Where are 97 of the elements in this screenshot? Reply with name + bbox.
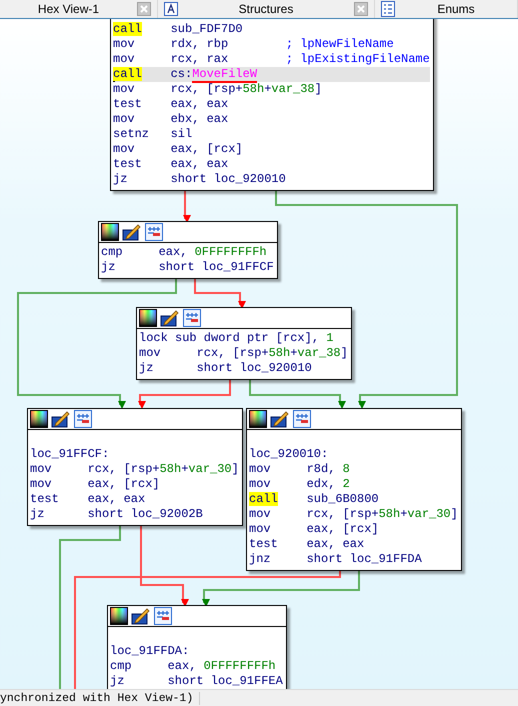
tab[interactable]: Structures bbox=[158, 0, 375, 18]
instruction-mnemonic: mov bbox=[249, 507, 271, 521]
instruction-operands: eax, eax bbox=[170, 157, 228, 171]
instruction-mnemonic: lock sub bbox=[139, 331, 197, 345]
instruction-operands: ebx, eax bbox=[170, 112, 228, 126]
instruction-mnemonic: jz bbox=[101, 260, 116, 274]
code-label: loc_91FFDA: bbox=[110, 644, 190, 659]
instruction-operands: eax, [rcx] bbox=[306, 522, 379, 536]
instruction-operands: rdx, rbp bbox=[170, 37, 228, 51]
instruction-operands: eax, eax bbox=[306, 537, 364, 551]
instruction-mnemonic: test bbox=[113, 97, 142, 111]
code-block[interactable]: cmp eax, 0FFFFFFFFh jz short loc_91FFCF bbox=[98, 221, 278, 279]
instruction-mnemonic: mov bbox=[113, 52, 135, 66]
instruction-operands: edx, 2 bbox=[306, 477, 350, 491]
color-palette-icon[interactable] bbox=[249, 410, 267, 428]
graph-icon[interactable] bbox=[183, 309, 201, 327]
instruction-mnemonic: cmp bbox=[101, 245, 123, 259]
code-comment: ; lpNewFileName bbox=[286, 37, 394, 52]
instruction-mnemonic: jz bbox=[110, 674, 124, 688]
instruction-operands: sil bbox=[170, 127, 192, 141]
pencil-icon[interactable] bbox=[122, 223, 142, 241]
instruction-mnemonic: jz bbox=[139, 361, 154, 375]
instruction-operands: short loc_91FFDA bbox=[306, 552, 422, 566]
instruction-mnemonic: mov bbox=[249, 477, 271, 491]
code-block[interactable]: lock sub dword ptr [rcx], 1 mov rcx, [rsp+58h+var_38] jz short loc_920010 bbox=[136, 307, 352, 380]
instruction-operands: dword ptr [rcx], 1 bbox=[204, 331, 334, 345]
graph-icon[interactable] bbox=[74, 410, 92, 428]
instruction-mnemonic: cmp bbox=[110, 659, 132, 673]
instruction-operands: short loc_91FFEA bbox=[168, 674, 283, 688]
graph-icon[interactable] bbox=[293, 410, 311, 428]
instruction-mnemonic: mov bbox=[249, 462, 271, 476]
pencil-icon[interactable] bbox=[160, 309, 180, 327]
pencil-icon[interactable] bbox=[270, 410, 290, 428]
instruction-mnemonic: mov bbox=[113, 142, 135, 156]
instruction-mnemonic: setnz bbox=[113, 127, 150, 141]
instruction-mnemonic: call bbox=[249, 492, 278, 506]
instruction-operands: short loc_920010 bbox=[170, 172, 286, 186]
instruction-operands: short loc_91FFCF bbox=[158, 260, 274, 274]
instruction-mnemonic: mov bbox=[139, 346, 161, 360]
instruction-mnemonic: mov bbox=[30, 462, 52, 476]
list-icon bbox=[381, 1, 395, 17]
color-palette-icon[interactable] bbox=[101, 223, 119, 241]
instruction-operands: short loc_92002B bbox=[88, 507, 203, 521]
color-palette-icon[interactable] bbox=[30, 410, 48, 428]
instruction-operands: rcx, [rsp+58h+var_30] bbox=[306, 507, 458, 521]
instruction-operands: rcx, [rsp+58h+var_38] bbox=[170, 82, 322, 96]
instruction-mnemonic: test bbox=[249, 537, 278, 551]
instruction-operands: eax, 0FFFFFFFFh bbox=[168, 659, 276, 673]
instruction-operands: short loc_920010 bbox=[196, 361, 312, 375]
instruction-mnemonic: call bbox=[113, 67, 142, 81]
pencil-icon[interactable] bbox=[131, 607, 151, 625]
tab-label[interactable]: Hex View-1 bbox=[6, 2, 131, 16]
tab[interactable]: Enums bbox=[375, 0, 518, 18]
tab-label[interactable]: Enums bbox=[401, 2, 511, 16]
instruction-operands: sub_6B0800 bbox=[306, 492, 379, 506]
instruction-operands: r8d, 8 bbox=[306, 462, 350, 476]
code-block[interactable]: loc_920010: mov r8d, 8 mov edx, 2 call sub_6B0800 mov rcx, [rsp+58h+var_30] mov eax, [rcx] test eax, eax jnz short loc_91FFDA bbox=[246, 408, 462, 571]
instruction-mnemonic: mov bbox=[249, 522, 271, 536]
pencil-icon[interactable] bbox=[51, 410, 71, 428]
instruction-mnemonic: test bbox=[30, 492, 59, 506]
close-icon[interactable] bbox=[354, 2, 368, 16]
tab[interactable]: Hex View-1 bbox=[0, 0, 158, 18]
instruction-operands: eax, [rcx] bbox=[88, 477, 160, 491]
instruction-mnemonic: jnz bbox=[249, 552, 271, 566]
instruction-mnemonic: mov bbox=[113, 82, 135, 96]
instruction-operands: cs:MoveFileW bbox=[170, 67, 258, 83]
instruction-operands: sub_FDF7D0 bbox=[170, 22, 243, 36]
instruction-mnemonic: test bbox=[113, 157, 142, 171]
instruction-operands: rcx, rax bbox=[170, 52, 228, 66]
instruction-operands: eax, eax bbox=[170, 97, 228, 111]
code-block[interactable]: loc_91FFCF: mov rcx, [rsp+58h+var_30] mov eax, [rcx] test eax, eax jz short loc_92002B bbox=[27, 408, 243, 526]
code-block[interactable]: loc_91FFDA: cmp eax, 0FFFFFFFFh jz short loc_91FFEA bbox=[107, 605, 287, 689]
color-palette-icon[interactable] bbox=[139, 309, 157, 327]
graph-icon[interactable] bbox=[145, 223, 163, 241]
close-icon[interactable] bbox=[137, 2, 151, 16]
instruction-mnemonic: jz bbox=[30, 507, 44, 521]
flow-arrow bbox=[183, 188, 191, 223]
code-label: loc_91FFCF: bbox=[30, 447, 110, 462]
structure-icon bbox=[164, 2, 178, 16]
instruction-operands: eax, 0FFFFFFFFh bbox=[158, 245, 267, 259]
instruction-operands: rcx, [rsp+58h+var_38] bbox=[196, 346, 348, 360]
tab-label[interactable]: Structures bbox=[184, 2, 348, 16]
instruction-mnemonic: jz bbox=[113, 172, 128, 186]
instruction-operands: eax, eax bbox=[88, 492, 146, 506]
graph-icon[interactable] bbox=[154, 607, 172, 625]
code-block[interactable] bbox=[110, 19, 434, 191]
code-label: loc_920010: bbox=[249, 447, 330, 462]
instruction-operands: rcx, [rsp+58h+var_30] bbox=[88, 462, 239, 476]
flow-arrow bbox=[194, 277, 246, 309]
instruction-mnemonic: mov bbox=[113, 112, 135, 126]
instruction-mnemonic: mov bbox=[30, 477, 52, 491]
instruction-mnemonic: call bbox=[113, 22, 142, 36]
instruction-mnemonic: mov bbox=[113, 37, 135, 51]
color-palette-icon[interactable] bbox=[110, 607, 128, 625]
status-text: ynchronized with Hex View-1) bbox=[0, 692, 200, 704]
instruction-operands: eax, [rcx] bbox=[170, 142, 243, 156]
code-comment: ; lpExistingFileName bbox=[286, 52, 430, 67]
